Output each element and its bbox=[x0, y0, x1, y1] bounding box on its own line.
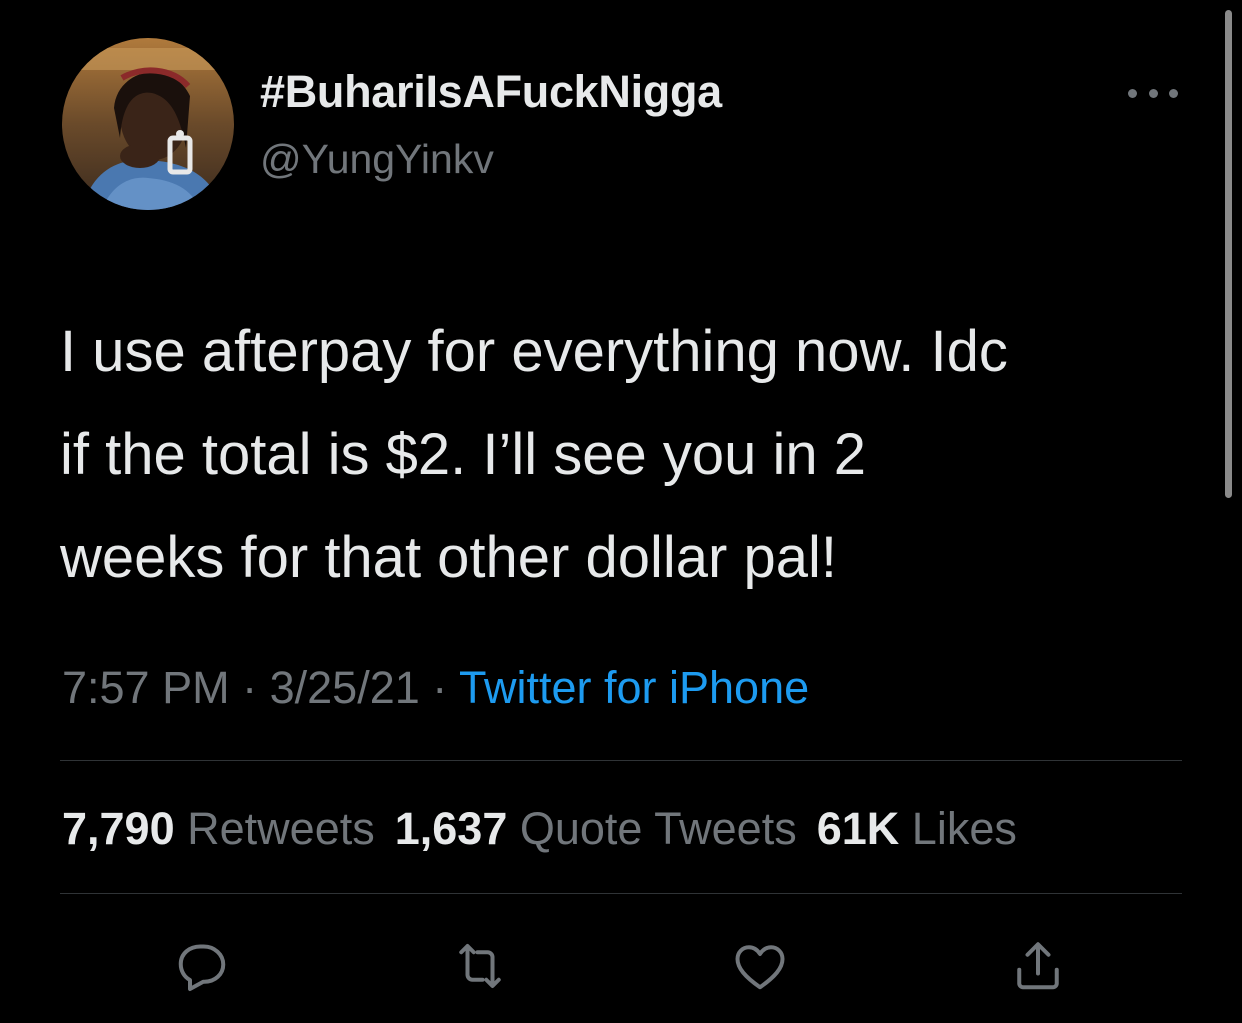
divider bbox=[60, 760, 1182, 761]
scrollbar[interactable] bbox=[1225, 10, 1232, 498]
retweets-count: 7,790 bbox=[62, 803, 175, 854]
reply-icon[interactable] bbox=[172, 936, 232, 996]
quotes-count: 1,637 bbox=[394, 803, 508, 854]
retweets-label: Retweets bbox=[187, 803, 375, 854]
tweet-text-line: I use afterpay for everything now. Idc bbox=[60, 319, 1008, 384]
avatar-image bbox=[62, 38, 234, 210]
likes-count: 61K bbox=[816, 803, 900, 854]
tweet-text: I use afterpay for everything now. Idc i… bbox=[60, 300, 1170, 609]
likes-stat[interactable]: 61K Likes bbox=[817, 803, 1017, 854]
tweet-source-link[interactable]: Twitter for iPhone bbox=[459, 662, 809, 713]
likes-label: Likes bbox=[911, 803, 1017, 854]
quotes-label: Quote Tweets bbox=[519, 803, 797, 854]
quotes-stat[interactable]: 1,637 Quote Tweets bbox=[395, 803, 797, 854]
tweet-text-line: weeks for that other dollar pal! bbox=[60, 525, 837, 590]
tweet-detail: #BuhariIsAFuckNigga @YungYinkv I use aft… bbox=[0, 0, 1242, 1023]
heart-icon[interactable] bbox=[730, 936, 790, 996]
tweet-meta: 7:57 PM · 3/25/21 · Twitter for iPhone bbox=[62, 662, 809, 714]
share-icon[interactable] bbox=[1008, 936, 1068, 996]
more-icon[interactable] bbox=[1128, 80, 1178, 106]
tweet-text-line: if the total is $2. I’ll see you in 2 bbox=[60, 422, 866, 487]
more-dot bbox=[1128, 88, 1137, 98]
tweet-date[interactable]: 3/25/21 bbox=[270, 662, 420, 713]
tweet-time[interactable]: 7:57 PM bbox=[62, 662, 230, 713]
meta-separator: · bbox=[432, 662, 448, 713]
user-handle[interactable]: @YungYinkv bbox=[260, 136, 494, 183]
more-dot bbox=[1169, 88, 1178, 98]
avatar[interactable] bbox=[62, 38, 234, 210]
more-dot bbox=[1148, 88, 1158, 98]
divider bbox=[60, 893, 1182, 894]
retweet-icon[interactable] bbox=[450, 936, 510, 996]
display-name[interactable]: #BuhariIsAFuckNigga bbox=[260, 66, 722, 118]
meta-separator: · bbox=[242, 662, 258, 713]
tweet-stats: 7,790 Retweets 1,637 Quote Tweets 61K Like… bbox=[62, 803, 1017, 855]
retweets-stat[interactable]: 7,790 Retweets bbox=[62, 803, 375, 854]
